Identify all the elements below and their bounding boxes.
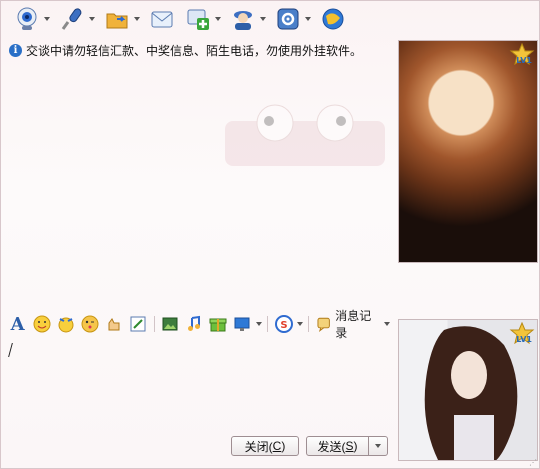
close-label: 关闭( (244, 439, 273, 454)
resize-grip-icon[interactable]: ⋰ (529, 458, 537, 467)
video-call-button[interactable] (11, 3, 52, 35)
chat-window: i 交谈中请勿轻信汇款、中奖信息、陌生电话，勿使用外挂软件。 LV1 LV1 A… (0, 0, 540, 469)
folder-transfer-icon (103, 5, 131, 33)
hand-shake-icon (108, 318, 120, 331)
music-note-icon (188, 315, 201, 331)
settings-app-icon (274, 5, 302, 33)
microphone-icon (58, 5, 86, 33)
pencil-board-icon (130, 316, 146, 332)
scribble-button[interactable] (128, 314, 149, 334)
chevron-down-icon[interactable] (44, 17, 50, 21)
magic-face-icon (58, 317, 74, 333)
chevron-down-icon (375, 444, 381, 448)
level-badge: LV1 (509, 42, 535, 66)
chevron-down-icon[interactable] (89, 17, 95, 21)
contact-info-button[interactable] (227, 3, 268, 35)
emoji-button[interactable] (31, 314, 52, 334)
monitor-icon (234, 317, 250, 331)
screenshot-button[interactable] (232, 314, 253, 334)
payment-button[interactable]: S (273, 314, 294, 334)
self-avatar[interactable]: LV1 (398, 319, 538, 461)
font-button[interactable]: A (7, 313, 28, 335)
send-image-button[interactable] (160, 314, 181, 334)
picture-icon (162, 317, 178, 331)
svg-text:S: S (280, 320, 287, 331)
gift-button[interactable] (208, 314, 229, 334)
send-button[interactable]: 发送(S) (306, 436, 369, 456)
message-log-button[interactable]: 消息记录 (314, 309, 393, 340)
browser-globe-icon (319, 5, 347, 33)
send-file-button[interactable] (101, 3, 142, 35)
app-settings-button[interactable] (272, 3, 313, 35)
info-icon: i (9, 43, 22, 57)
close-hotkey: C (272, 439, 282, 453)
message-input[interactable] (5, 338, 393, 432)
level-text: LV1 (516, 56, 532, 65)
level-text: LV1 (516, 335, 532, 344)
chat-log-icon (317, 317, 330, 332)
chevron-down-icon[interactable] (297, 322, 304, 326)
chevron-down-icon (384, 322, 390, 326)
separator (267, 316, 268, 332)
wink-face-icon (81, 315, 99, 333)
shake-button[interactable] (103, 314, 124, 334)
browser-button[interactable] (317, 3, 349, 35)
sms-plus-icon (184, 5, 212, 33)
wink-emoji-button[interactable] (79, 314, 100, 334)
user-card-icon (229, 5, 257, 33)
chevron-down-icon[interactable] (256, 322, 263, 326)
send-sms-button[interactable] (182, 3, 223, 35)
chevron-down-icon[interactable] (215, 17, 221, 21)
notice-text: 交谈中请勿轻信汇款、中奖信息、陌生电话，勿使用外挂软件。 (26, 43, 363, 58)
close-button[interactable]: 关闭(C) (231, 436, 299, 456)
smiley-icon (33, 315, 51, 333)
webcam-icon (13, 5, 41, 33)
message-log-label: 消息记录 (335, 309, 372, 340)
separator (308, 316, 310, 332)
gift-icon (209, 318, 227, 332)
panda-watermark-icon (225, 104, 385, 166)
music-button[interactable] (184, 314, 205, 334)
chevron-down-icon[interactable] (134, 17, 140, 21)
level-badge: LV1 (509, 321, 535, 345)
send-email-button[interactable] (146, 3, 178, 35)
separator (153, 316, 155, 332)
top-toolbar (1, 1, 401, 37)
font-icon: A (10, 313, 25, 335)
security-notice: i 交谈中请勿轻信汇款、中奖信息、陌生电话，勿使用外挂软件。 (9, 42, 362, 58)
close-suffix: ) (281, 439, 286, 453)
chevron-down-icon[interactable] (305, 17, 311, 21)
format-toolbar: A S 消息记录 (5, 309, 393, 340)
send-hotkey: S (345, 439, 354, 453)
voice-call-button[interactable] (56, 3, 97, 35)
coin-icon: S (274, 315, 293, 333)
mail-icon (148, 5, 176, 33)
send-label: 发送( (317, 439, 346, 454)
contact-avatar[interactable]: LV1 (398, 40, 538, 263)
send-suffix: ) (353, 439, 358, 453)
send-options-button[interactable] (368, 436, 388, 456)
magic-emoji-button[interactable] (55, 314, 76, 334)
chevron-down-icon[interactable] (260, 17, 266, 21)
message-history[interactable] (5, 61, 393, 306)
